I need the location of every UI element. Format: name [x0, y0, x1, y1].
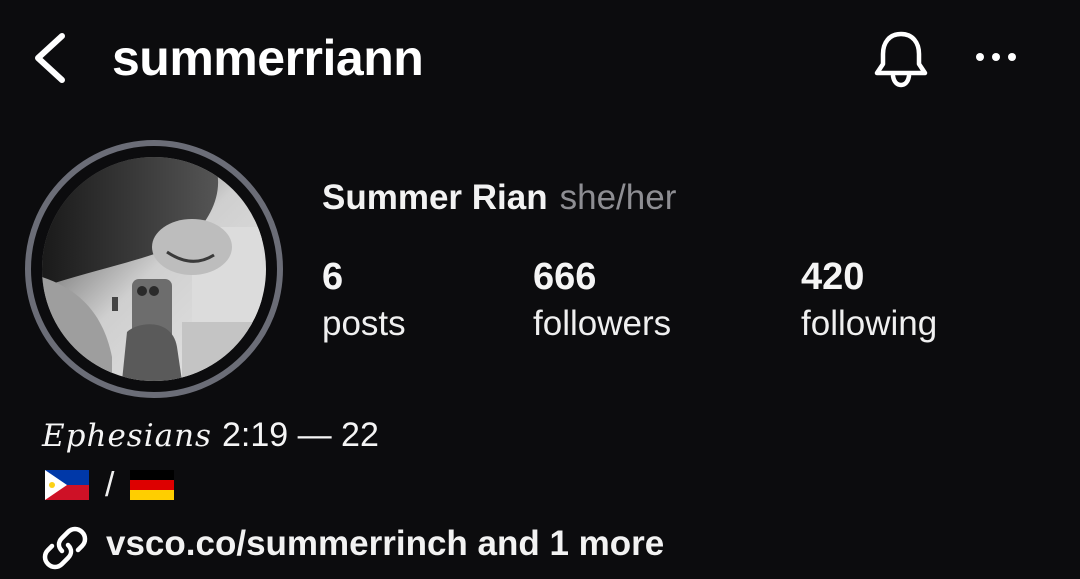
philippines-flag [45, 470, 89, 500]
following-stat[interactable]: 420 following [801, 254, 937, 346]
profile-photo [42, 157, 266, 381]
bio-book: Ephesians [42, 418, 212, 454]
avatar[interactable] [42, 157, 266, 381]
following-count: 420 [801, 256, 865, 298]
followers-stat[interactable]: 666 followers [533, 254, 671, 346]
more-horizontal-icon[interactable] [970, 42, 1022, 72]
bio-flags: / [45, 466, 175, 504]
pronouns: she/her [559, 178, 677, 217]
chevron-left-icon[interactable] [30, 30, 70, 86]
bell-icon[interactable] [870, 28, 932, 90]
followers-label: followers [533, 304, 672, 343]
posts-count: 6 [322, 256, 344, 298]
profile-name-line: Summer Rian she/her [322, 176, 676, 220]
bio-link[interactable]: vsco.co/summerrinch and 1 more [106, 522, 664, 566]
posts-label: posts [322, 304, 406, 343]
bio-verse: Ephesians 2:19 — 22 [42, 414, 379, 457]
link-icon [42, 526, 88, 570]
bio-reference: 2:19 — 22 [221, 416, 379, 454]
following-label: following [801, 304, 938, 343]
flag-separator: / [105, 466, 115, 504]
followers-count: 666 [533, 256, 597, 298]
posts-stat[interactable]: 6 posts [322, 254, 406, 346]
profile-username: summerriann [112, 30, 424, 86]
germany-flag [130, 470, 175, 500]
profile-page: summerriann Summer Rian she/her 6 posts … [0, 0, 1080, 579]
full-name: Summer Rian [322, 178, 548, 217]
